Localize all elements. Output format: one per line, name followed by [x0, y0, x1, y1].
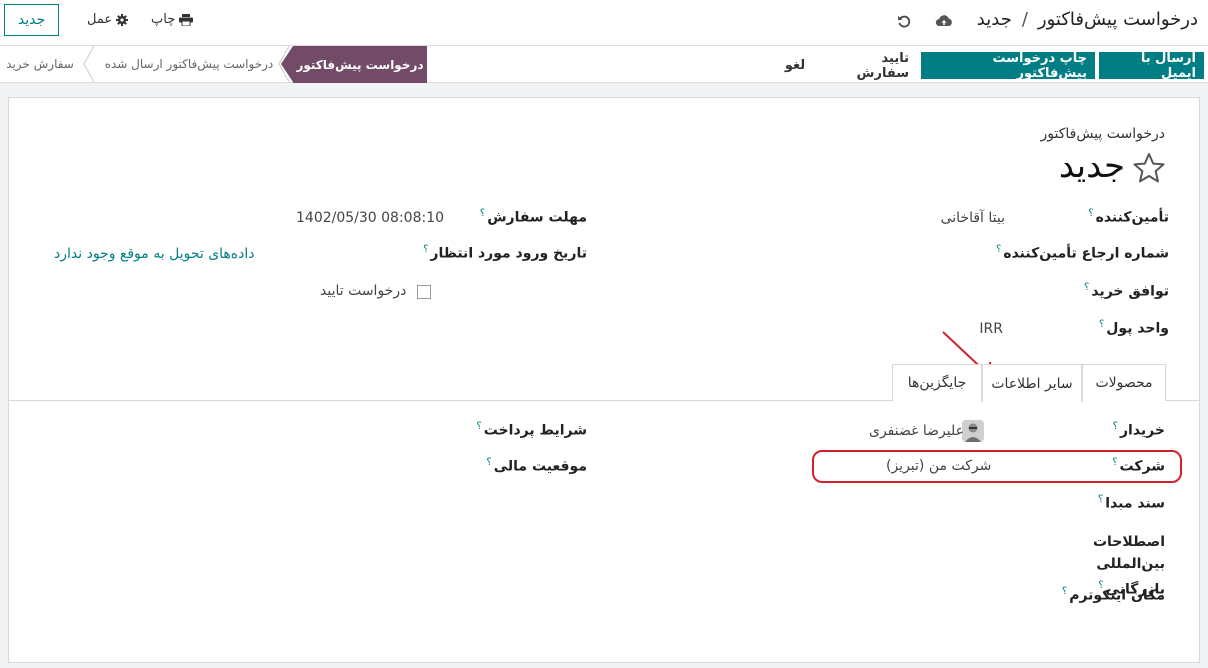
help-icon: ؟	[423, 244, 429, 255]
help-icon: ؟	[486, 457, 492, 468]
on-time-delivery-value: داده‌های تحویل به موقع وجود ندارد	[54, 246, 255, 262]
expected-arrival-label: تاریخ ورود مورد انتظار؟	[423, 244, 587, 262]
avatar	[962, 420, 984, 442]
vendor-value[interactable]: بیتا آقاخانی	[941, 210, 1005, 226]
print-menu[interactable]: چاپ	[151, 12, 194, 27]
payment-terms-label: شرایط پرداخت؟	[476, 421, 587, 439]
help-icon: ؟	[1097, 494, 1104, 505]
breadcrumb-parent[interactable]: درخواست پیش‌فاکتور	[1038, 9, 1198, 30]
confirm-order-button[interactable]: تایید سفارش	[825, 51, 917, 81]
stage-chevron	[83, 46, 95, 82]
undo-icon[interactable]	[894, 11, 914, 31]
approval-checkbox-label: درخواست تایید	[320, 283, 407, 299]
buyer-value[interactable]: علیرضا غضنفری	[869, 423, 964, 439]
help-icon: ؟	[1112, 421, 1118, 432]
help-icon: ؟	[1112, 457, 1118, 468]
fiscal-position-label: موقعیت مالی؟	[486, 457, 587, 475]
stage-chevron	[278, 46, 290, 82]
buyer-label: خریدار؟	[1112, 421, 1165, 439]
breadcrumb-separator: /	[1021, 9, 1028, 30]
print-label: چاپ	[151, 12, 176, 27]
purchase-agreement-label: توافق خرید؟	[1084, 282, 1169, 300]
approval-checkbox[interactable]	[417, 285, 431, 299]
stage-rfq-sent: درخواست پیش‌فاکتور ارسال شده	[104, 57, 274, 71]
action-label: عمل	[87, 12, 113, 27]
currency-label: واحد پول؟	[1098, 319, 1169, 337]
cloud-upload-icon[interactable]	[934, 11, 954, 31]
control-panel: درخواست پیش‌فاکتور / جدید چاپ عمل جدید	[0, 0, 1208, 46]
tab-other-info[interactable]: سایر اطلاعات	[982, 364, 1082, 402]
form-sheet: درخواست پیش‌فاکتور جدید تأمین‌کننده؟ بیت…	[8, 97, 1200, 663]
stage-rfq: درخواست پیش‌فاکتور	[281, 46, 427, 83]
send-by-email-button[interactable]: ارسال با ایمیل	[1099, 51, 1204, 81]
breadcrumb: درخواست پیش‌فاکتور / جدید	[977, 9, 1198, 30]
company-label: شرکت؟	[1112, 457, 1165, 475]
order-deadline-value[interactable]: 1402/05/30 08:08:10	[296, 210, 444, 226]
order-deadline-label: مهلت سفارش؟	[479, 208, 587, 226]
print-rfq-button[interactable]: چاپ درخواست پیش‌فاکتور	[921, 51, 1095, 81]
source-document-label: سند مبدا؟	[1097, 494, 1165, 512]
breadcrumb-current: جدید	[976, 9, 1012, 30]
help-icon: ؟	[476, 421, 482, 432]
incoterm-location-label: مکان اینکوترم؟	[1061, 586, 1165, 604]
tab-alternatives[interactable]: جایگزین‌ها	[892, 364, 982, 401]
help-icon: ؟	[1098, 319, 1105, 330]
help-icon: ؟	[996, 244, 1002, 255]
page-title: جدید	[1058, 146, 1125, 186]
vendor-label: تأمین‌کننده؟	[1088, 208, 1169, 226]
help-icon: ؟	[1088, 208, 1094, 219]
gear-icon	[116, 13, 129, 26]
printer-icon	[179, 13, 194, 26]
cancel-button[interactable]: لغو	[775, 52, 815, 79]
stage-purchase-order: سفارش خرید	[6, 57, 74, 71]
form-subtitle: درخواست پیش‌فاکتور	[1040, 126, 1165, 142]
help-icon: ؟	[1061, 586, 1068, 597]
vendor-reference-label: شماره ارجاع تأمین‌کننده؟	[996, 244, 1169, 262]
new-button[interactable]: جدید	[4, 4, 59, 36]
help-icon: ؟	[1084, 282, 1090, 293]
company-value[interactable]: شرکت من (تبریز)	[886, 458, 991, 474]
help-icon: ؟	[479, 208, 486, 219]
tab-products[interactable]: محصولات	[1082, 364, 1166, 401]
action-menu[interactable]: عمل	[87, 12, 129, 27]
star-icon[interactable]	[1133, 152, 1165, 184]
statusbar: ارسال با ایمیل چاپ درخواست پیش‌فاکتور تا…	[0, 46, 1208, 83]
